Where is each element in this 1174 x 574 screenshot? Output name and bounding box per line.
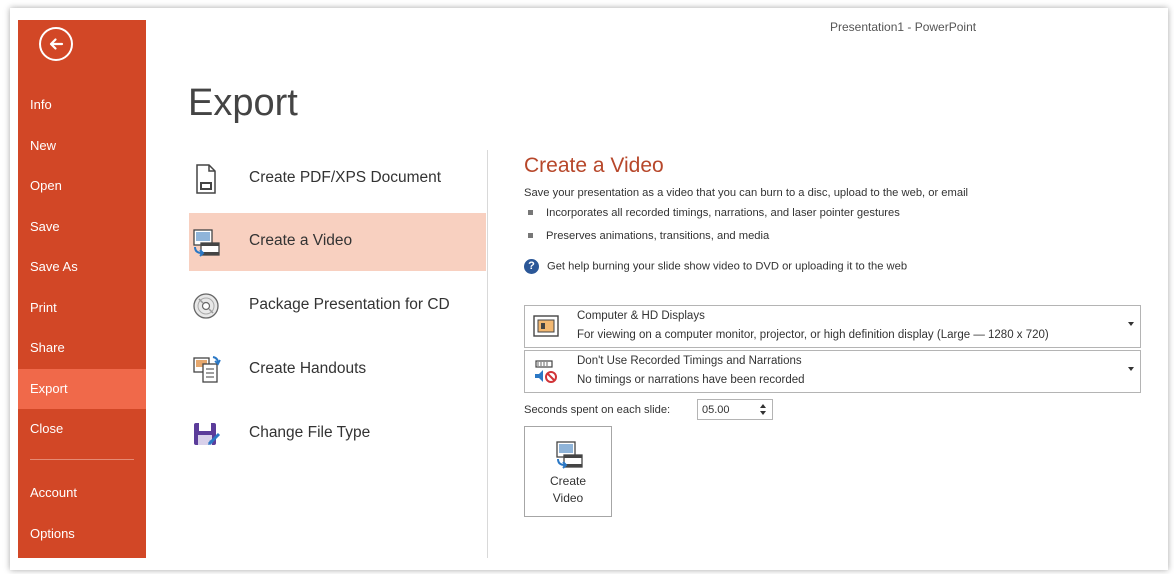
option-label: Create a Video (249, 232, 353, 249)
timings-dropdown[interactable]: Don't Use Recorded Timings and Narration… (524, 350, 1141, 393)
page-title: Export (188, 82, 298, 124)
create-video-label-line1: Create (549, 474, 587, 488)
bullet-square (528, 209, 533, 215)
option-create-pdf-xps[interactable]: Create PDF/XPS Document (189, 150, 486, 208)
seconds-label: Seconds spent on each slide: (524, 404, 671, 416)
monitor-icon (533, 315, 559, 337)
dropdown-title: Computer & HD Displays (577, 310, 705, 322)
feature-bullet: Incorporates all recorded timings, narra… (528, 207, 900, 219)
sidebar-item-export[interactable]: Export (18, 369, 146, 409)
pane-divider (487, 150, 488, 558)
video-icon (193, 229, 220, 257)
create-video-label-line2: Video (552, 491, 584, 505)
window-title: Presentation1 - PowerPoint (830, 20, 977, 34)
dropdown-subtitle: For viewing on a computer monitor, proje… (577, 329, 1049, 341)
sidebar-item-save-as[interactable]: Save As (18, 247, 146, 287)
quality-dropdown[interactable]: Computer & HD Displays For viewing on a … (524, 305, 1141, 348)
create-video-button[interactable]: Create Video (524, 426, 612, 517)
sidebar-item-share[interactable]: Share (18, 328, 146, 368)
seconds-spinner[interactable] (697, 399, 773, 420)
sidebar-item-info[interactable]: Info (18, 85, 146, 125)
chevron-down-icon (1128, 322, 1134, 326)
sidebar-divider (30, 459, 134, 460)
pdf-document-icon (196, 164, 216, 194)
sidebar-item-account[interactable]: Account (18, 473, 146, 513)
dropdown-subtitle: No timings or narrations have been recor… (577, 374, 805, 386)
handouts-icon (193, 356, 221, 383)
option-create-handouts[interactable]: Create Handouts (189, 341, 486, 399)
sidebar-item-close[interactable]: Close (18, 409, 146, 449)
dropdown-title: Don't Use Recorded Timings and Narration… (577, 355, 802, 367)
option-create-video[interactable]: Create a Video (189, 213, 486, 271)
sidebar-item-save[interactable]: Save (18, 207, 146, 247)
help-link[interactable]: ? Get help burning your slide show video … (524, 259, 907, 274)
video-icon (556, 441, 583, 469)
option-package-cd[interactable]: Package Presentation for CD (189, 277, 486, 335)
spin-down-icon[interactable] (760, 411, 766, 415)
bullet-square (528, 232, 533, 238)
seconds-input[interactable] (702, 402, 750, 418)
option-label: Create Handouts (249, 360, 367, 377)
sidebar-item-options[interactable]: Options (18, 514, 146, 554)
sidebar-item-new[interactable]: New (18, 126, 146, 166)
save-as-icon (194, 423, 221, 446)
bullet-text: Incorporates all recorded timings, narra… (546, 207, 900, 219)
backstage-sidebar: Info New Open Save Save As Print Share E… (18, 20, 146, 558)
option-label: Package Presentation for CD (249, 296, 450, 313)
option-label: Create PDF/XPS Document (249, 169, 442, 186)
spin-up-icon[interactable] (760, 404, 766, 408)
help-icon: ? (524, 259, 539, 274)
create-video-label: Create Video (525, 473, 611, 507)
sidebar-item-print[interactable]: Print (18, 288, 146, 328)
bullet-text: Preserves animations, transitions, and m… (546, 230, 770, 242)
option-label: Change File Type (249, 424, 371, 441)
chevron-down-icon (1128, 367, 1134, 371)
section-description: Save your presentation as a video that y… (524, 187, 969, 199)
no-narration-icon (535, 360, 557, 383)
back-button[interactable] (39, 27, 73, 61)
help-link-text: Get help burning your slide show video t… (547, 260, 908, 273)
back-arrow-icon (49, 38, 64, 50)
sidebar-item-open[interactable]: Open (18, 166, 146, 206)
feature-bullet: Preserves animations, transitions, and m… (528, 230, 769, 242)
section-title: Create a Video (524, 154, 664, 177)
option-change-file-type[interactable]: Change File Type (189, 405, 486, 463)
cd-icon (193, 293, 219, 319)
